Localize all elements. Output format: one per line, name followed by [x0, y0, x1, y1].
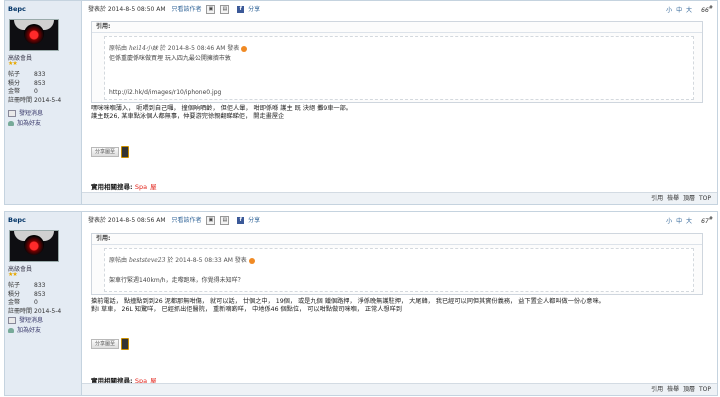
- quote-box: 引用: 原帖由 beststeve23 於 2014-8-5 08:33 AM …: [91, 233, 703, 295]
- post-line: 搶前電話， 點撞點到到26 泥都那無咁傷， 就可以話， 廿個之中， 19個， 或…: [91, 298, 605, 305]
- post-date: 發表於 2014-8-5 08:56 AM: [88, 217, 166, 224]
- print-icon[interactable]: ▣: [206, 216, 216, 225]
- post-header: 發表於 2014-8-5 08:50 AM 只看該作者 ▣ ▤ f 分享: [88, 5, 713, 15]
- author-name[interactable]: Bepc: [8, 216, 26, 224]
- post-line: 護主既26, 某車點泳個人都無事，仲要游完徐親翻睇睇佢， 開走畫屋企: [91, 113, 285, 120]
- author-sidebar: Bepc 高級會員 ★★ 帖子 833 積分 853 金幣 0 註冊時間 2014-5-…: [5, 1, 82, 204]
- stat-value: 0: [34, 299, 38, 306]
- related-link[interactable]: 屋: [150, 183, 157, 191]
- quote-url[interactable]: http://i2.hk/d/images/r10/iphone0.jpg: [109, 89, 221, 96]
- top-action[interactable]: TOP: [699, 195, 711, 202]
- quote-meta: 原帖由 beststeve23 於 2014-8-5 08:33 AM 發表: [109, 255, 255, 264]
- quote-box: 引用: 原帖由 hei14小妹 於 2014-8-5 08:46 AM 發表 佢…: [91, 21, 703, 103]
- jump-post-icon[interactable]: [241, 45, 248, 52]
- post-main: 發表於 2014-8-5 08:56 AM 只看該作者 ▣ ▤ f 分享 小 中…: [85, 212, 713, 395]
- stat-value: 853: [34, 79, 46, 87]
- related-link[interactable]: Spa: [135, 183, 147, 191]
- stat-value: 833: [34, 282, 46, 289]
- mail-icon: [8, 317, 16, 324]
- friend-icon: [8, 121, 14, 126]
- share-image-button[interactable]: 分享圖至: [91, 147, 120, 157]
- share-bar: 分享圖至: [91, 338, 130, 350]
- phone-icon[interactable]: [121, 146, 130, 158]
- post-header: 發表於 2014-8-5 08:56 AM 只看該作者 ▣ ▤ f 分享: [88, 216, 713, 226]
- author-stats: 帖子 833 積分 853 金幣 0 註冊時間 2014-5-4: [8, 282, 78, 316]
- quote-text: 佢係重慶係咪做買埋 玩入四九最公開擁擠市敦: [109, 55, 231, 62]
- share-image-button[interactable]: 分享圖至: [91, 339, 120, 349]
- add-friend-link[interactable]: 加為好友: [8, 119, 78, 129]
- post-body: 嘿咪咪嗰薄入， 呃喂到自己囉， 撞個晌晒齡， 但佢人暈， 咁即係喺 護主 既 決…: [91, 105, 705, 121]
- stat-label: 帖子: [8, 282, 21, 289]
- send-message-link[interactable]: 發短消息: [8, 109, 78, 119]
- bookmark-icon[interactable]: ▤: [220, 5, 230, 14]
- font-size-switch[interactable]: 小 中 大: [666, 5, 693, 14]
- friend-icon: [8, 328, 14, 333]
- avatar[interactable]: [9, 230, 59, 262]
- avatar[interactable]: [9, 19, 59, 51]
- post-line: 嘿咪咪嗰薄入， 呃喂到自己囉， 撞個晌晒齡， 但佢人暈， 咁即係喺 護主 既 決…: [91, 105, 352, 112]
- quote-meta: 原帖由 hei14小妹 於 2014-8-5 08:46 AM 發表: [109, 43, 248, 52]
- report-action[interactable]: 檢舉: [667, 386, 679, 393]
- facebook-icon[interactable]: f: [237, 217, 245, 224]
- stat-label: 金幣: [8, 299, 21, 306]
- author-name[interactable]: Bepc: [8, 5, 26, 13]
- author-links: 發短消息 加為好友: [8, 109, 78, 129]
- stat-value: 2014-5-4: [34, 307, 62, 315]
- only-author-link[interactable]: 只看該作者: [171, 6, 201, 13]
- mail-icon: [8, 110, 16, 117]
- phone-icon[interactable]: [121, 338, 130, 350]
- author-links: 發短消息 加為好友: [8, 316, 78, 336]
- post-67: Bepc 高級會員 ★★ 帖子 833 積分 853 金幣 0 註冊時間 2014-5-…: [4, 211, 718, 396]
- share-bar: 分享圖至: [91, 146, 130, 158]
- stat-value: 853: [34, 290, 46, 298]
- rank-stars-icon: ★★: [8, 271, 18, 278]
- quote-label: 引用:: [92, 22, 702, 33]
- floor-number: 67#: [701, 216, 713, 225]
- stat-label: 註冊時間: [8, 96, 33, 104]
- facebook-icon[interactable]: f: [237, 6, 245, 13]
- author-sidebar: Bepc 高級會員 ★★ 帖子 833 積分 853 金幣 0 註冊時間 2014-5-…: [5, 212, 82, 395]
- top-action[interactable]: TOP: [699, 386, 711, 393]
- stat-label: 帖子: [8, 71, 21, 78]
- quote-inner: 原帖由 beststeve23 於 2014-8-5 08:33 AM 發表 架…: [104, 248, 694, 292]
- author-stats: 帖子 833 積分 853 金幣 0 註冊時間 2014-5-4: [8, 71, 78, 105]
- related-search: 實用相關搜尋: Spa 屋: [91, 183, 157, 191]
- stat-value: 2014-5-4: [34, 96, 62, 104]
- stat-label: 積分: [8, 79, 21, 87]
- add-friend-link[interactable]: 加為好友: [8, 326, 78, 336]
- stat-label: 積分: [8, 290, 21, 298]
- print-icon[interactable]: ▣: [206, 5, 216, 14]
- post-footer: 引用 檢舉 頂層 TOP: [82, 192, 717, 204]
- quote-label: 引用:: [92, 234, 702, 245]
- stat-value: 0: [34, 88, 38, 95]
- only-author-link[interactable]: 只看該作者: [171, 217, 201, 224]
- font-size-switch[interactable]: 小 中 大: [666, 216, 693, 225]
- floor-number: 66#: [701, 5, 713, 14]
- post-main: 發表於 2014-8-5 08:50 AM 只看該作者 ▣ ▤ f 分享 小 中…: [85, 1, 713, 204]
- share-link[interactable]: 分享: [248, 6, 260, 13]
- report-action[interactable]: 檢舉: [667, 195, 679, 202]
- post-body: 搶前電話， 點撞點到到26 泥都那無咁傷， 就可以話， 廿個之中， 19個， 或…: [91, 298, 705, 314]
- top-floor-action[interactable]: 頂層: [683, 386, 695, 393]
- send-message-link[interactable]: 發短消息: [8, 316, 78, 326]
- quote-action[interactable]: 引用: [651, 195, 663, 202]
- post-66: Bepc 高級會員 ★★ 帖子 833 積分 853 金幣 0 註冊時間 2014-5-…: [4, 0, 718, 205]
- stat-label: 金幣: [8, 88, 21, 95]
- stat-label: 註冊時間: [8, 307, 33, 315]
- quote-action[interactable]: 引用: [651, 386, 663, 393]
- post-footer: 引用 檢舉 頂層 TOP: [82, 383, 717, 395]
- post-date: 發表於 2014-8-5 08:50 AM: [88, 6, 166, 13]
- jump-post-icon[interactable]: [248, 257, 255, 264]
- rank-stars-icon: ★★: [8, 60, 18, 67]
- quote-inner: 原帖由 hei14小妹 於 2014-8-5 08:46 AM 發表 佢係重慶係…: [104, 36, 694, 100]
- quote-text: 架車行緊週140km/h，走嚟跑咪，你覺得未知咩？: [109, 277, 244, 284]
- bookmark-icon[interactable]: ▤: [220, 216, 230, 225]
- share-link[interactable]: 分享: [248, 217, 260, 224]
- post-line: 對I 草車， 26L 知驚咩， 已經抓出佢醫院， 重新嘀啲咩， 中地係46 個點…: [91, 306, 402, 313]
- top-floor-action[interactable]: 頂層: [683, 195, 695, 202]
- stat-value: 833: [34, 71, 46, 78]
